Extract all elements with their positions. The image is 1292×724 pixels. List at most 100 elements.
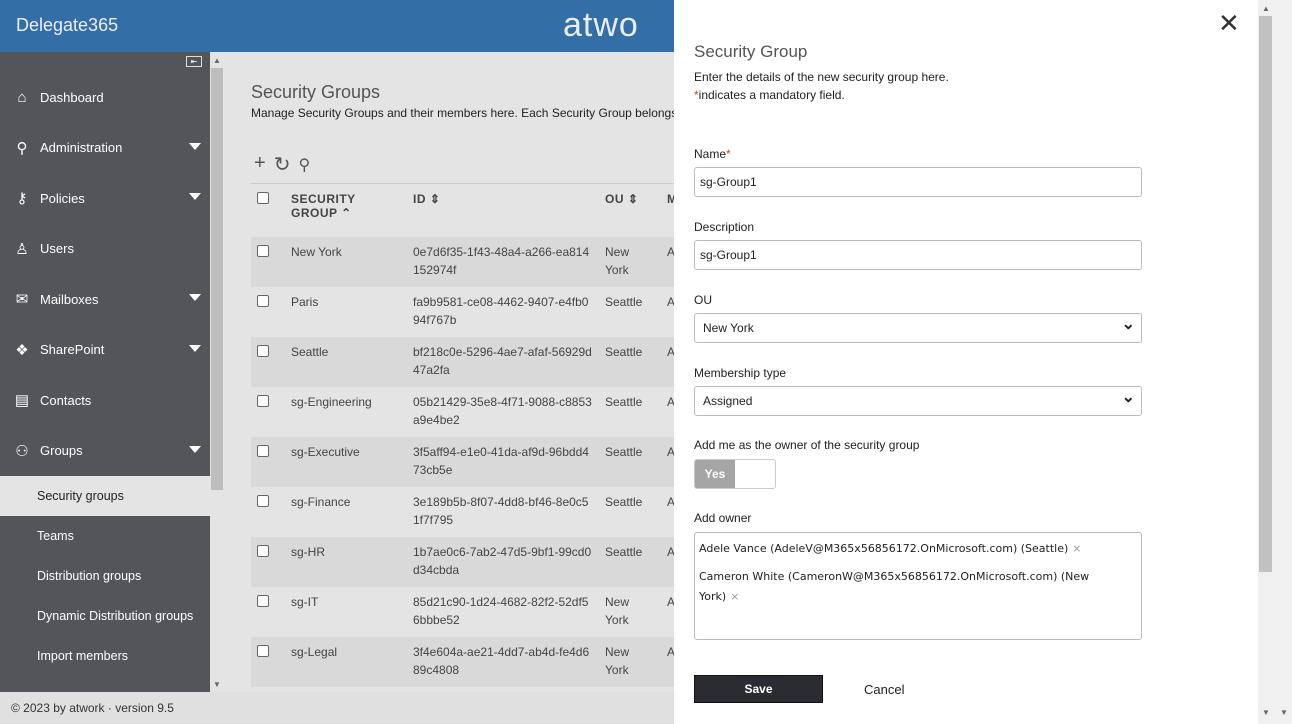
security-groups-table: SECURITY GROUP ⌃ ID ⇕ OU ⇕ M T New York0… xyxy=(251,183,674,687)
sidebar-item-dashboard[interactable]: ⌂ Dashboard xyxy=(0,72,210,122)
sidebar-scrollbar[interactable]: ▲ ▼ xyxy=(210,52,226,692)
cell-membership: A xyxy=(661,536,674,587)
footer: © 2023 by atwork · version 9.5 xyxy=(0,692,674,724)
sidebar-subitem-distribution-groups[interactable]: Distribution groups xyxy=(0,556,210,596)
table-row[interactable]: New York 0e7d6f35-1f43-48a4-a266-ea814152… xyxy=(251,236,674,287)
home-icon: ⌂ xyxy=(17,88,27,106)
sidebar: ⇤ ⌂ Dashboard ⚲ Administration ⚷ Policies ♙ Use… xyxy=(0,52,210,692)
column-id[interactable]: ID ⇕ xyxy=(407,184,599,237)
table-row[interactable]: Paris fa9b9581-ce08-4462-9407-e4fb094f767… xyxy=(251,287,674,337)
cell-name: sg-HR xyxy=(285,536,407,587)
cell-id: bf218c0e-5296-4ae7-afaf-56929d47a2fa xyxy=(407,336,599,387)
cell-id: 85d21c90-1d24-4682-82f2-52df56bbbe52 xyxy=(413,594,589,627)
cell-id: 05b21429-35e8-4f71-9088-c8853a9e4be2 xyxy=(413,394,592,427)
chevron-down-icon[interactable] xyxy=(189,142,201,150)
main-content: Security Groups Manage Security Groups a… xyxy=(226,52,674,692)
panel-title: Security Group xyxy=(694,42,808,61)
column-ou[interactable]: OU ⇕ xyxy=(599,184,661,237)
table-row[interactable]: sg-Engineering 05b21429-35e8-4f71-9088-c8… xyxy=(251,387,674,437)
sidebar-item-label: Groups xyxy=(40,443,83,458)
sidebar-item-label: Dashboard xyxy=(40,89,104,105)
select-all-checkbox[interactable] xyxy=(257,192,269,204)
app-brand[interactable]: Delegate365 xyxy=(16,15,118,36)
sidebar-subitem-teams[interactable]: Teams xyxy=(0,516,210,556)
cell-name: sg-Finance xyxy=(291,494,351,509)
table-row[interactable]: sg-HR 1b7ae0c6-7ab2-47d5-9bf1-99cd0d34cbd… xyxy=(251,536,674,587)
chevron-down-icon[interactable] xyxy=(189,344,201,352)
sidebar-item-policies[interactable]: ⚷ Policies xyxy=(0,173,210,223)
sidebar-item-label: Mailboxes xyxy=(40,291,99,307)
scrollbar-thumb[interactable] xyxy=(211,68,223,490)
groups-icon: ⚇ xyxy=(15,442,29,460)
name-label: Name* xyxy=(694,147,731,161)
cell-membership: A xyxy=(661,336,674,387)
row-checkbox[interactable] xyxy=(257,494,269,507)
cell-ou: New York xyxy=(599,236,661,287)
collapse-sidebar-icon[interactable]: ⇤ xyxy=(186,56,202,67)
cell-ou: New York xyxy=(599,636,661,687)
name-input[interactable]: sg-Group1 xyxy=(694,167,1142,197)
table-row[interactable]: sg-IT 85d21c90-1d24-4682-82f2-52df56bbbe5… xyxy=(251,587,674,637)
chevron-down-icon[interactable] xyxy=(189,445,201,453)
row-checkbox[interactable] xyxy=(257,644,269,657)
sharepoint-icon: ❖ xyxy=(15,341,29,359)
sidebar-subitem-import-members[interactable]: Import members xyxy=(0,636,210,676)
description-input[interactable]: sg-Group1 xyxy=(694,240,1142,270)
row-checkbox[interactable] xyxy=(257,344,269,357)
cell-membership: A xyxy=(667,294,674,309)
row-checkbox[interactable] xyxy=(257,594,269,607)
cell-name: sg-Legal xyxy=(285,636,407,687)
ou-select[interactable]: New York xyxy=(694,313,1142,343)
add-icon[interactable]: + xyxy=(254,152,266,177)
sidebar-item-groups[interactable]: ⚇ Groups xyxy=(0,426,210,476)
cell-name: sg-Engineering xyxy=(291,394,372,409)
cell-ou: Seattle xyxy=(599,436,661,487)
owner-tag: Cameron White (CameronW@M365x56856172.On… xyxy=(699,570,1090,603)
column-m[interactable]: M T xyxy=(661,184,674,237)
add-owner-label: Add owner xyxy=(694,511,752,525)
remove-owner-icon[interactable]: × xyxy=(730,590,739,603)
chevron-down-icon[interactable] xyxy=(189,193,201,200)
cancel-button[interactable]: Cancel xyxy=(864,682,904,697)
save-button[interactable]: Save xyxy=(694,675,823,703)
sidebar-item-mailboxes[interactable]: ✉ Mailboxes xyxy=(0,274,210,324)
row-checkbox[interactable] xyxy=(257,394,269,407)
column-security-group[interactable]: SECURITY GROUP ⌃ xyxy=(285,184,407,237)
sidebar-item-label: Policies xyxy=(40,190,85,206)
chevron-down-icon[interactable] xyxy=(189,294,201,301)
sidebar-item-sharepoint[interactable]: ❖ SharePoint xyxy=(0,325,210,375)
cell-ou: Seattle xyxy=(599,536,661,587)
search-icon[interactable]: ⚲ xyxy=(298,152,310,177)
row-checkbox[interactable] xyxy=(257,294,269,307)
toggle-yes: Yes xyxy=(695,460,735,488)
refresh-icon[interactable]: ↻ xyxy=(274,152,291,177)
table-row[interactable]: sg-Legal 3f4e604a-ae21-4dd7-ab4d-fe4d689c… xyxy=(251,636,674,687)
cell-ou: New York xyxy=(605,594,630,627)
sidebar-item-label: Contacts xyxy=(40,392,92,408)
row-checkbox[interactable] xyxy=(257,544,269,557)
atwork-logo: atwo xyxy=(563,6,639,44)
cell-membership: A xyxy=(661,636,674,687)
scrollbar-thumb[interactable] xyxy=(1259,16,1272,572)
sidebar-item-users[interactable]: ♙ Users xyxy=(0,224,210,274)
remove-owner-icon[interactable]: × xyxy=(1072,542,1081,555)
owner-toggle-label: Add me as the owner of the security grou… xyxy=(694,438,920,452)
row-checkbox[interactable] xyxy=(257,444,269,457)
membership-type-select[interactable]: Assigned xyxy=(694,386,1142,416)
sidebar-item-contacts[interactable]: ▤ Contacts xyxy=(0,375,210,425)
sidebar-item-administration[interactable]: ⚲ Administration xyxy=(0,123,210,173)
table-row[interactable]: sg-Finance 3e189b5b-8f07-4dd8-bf46-8e0c51… xyxy=(251,487,674,537)
panel-scrollbar[interactable]: ▲ ▼ ▼ xyxy=(1258,0,1292,724)
close-icon[interactable]: ✕ xyxy=(1218,8,1240,39)
sidebar-subitem-security-groups[interactable]: Security groups xyxy=(0,476,210,516)
add-me-owner-toggle[interactable]: Yes xyxy=(694,459,776,489)
membership-type-label: Membership type xyxy=(694,366,787,380)
cell-ou: Seattle xyxy=(605,494,643,509)
cell-name: Seattle xyxy=(285,336,407,387)
sidebar-item-label: Administration xyxy=(40,140,123,155)
row-checkbox[interactable] xyxy=(257,244,269,257)
sidebar-subitem-dynamic-distribution-groups[interactable]: Dynamic Distribution groups xyxy=(0,596,210,636)
table-row[interactable]: sg-Executive 3f5aff94-e1e0-41da-af9d-96bd… xyxy=(251,436,674,487)
owners-input[interactable]: Adele Vance (AdeleV@M365x56856172.OnMicr… xyxy=(694,532,1142,640)
table-row[interactable]: Seattle bf218c0e-5296-4ae7-afaf-56929d47a… xyxy=(251,336,674,387)
